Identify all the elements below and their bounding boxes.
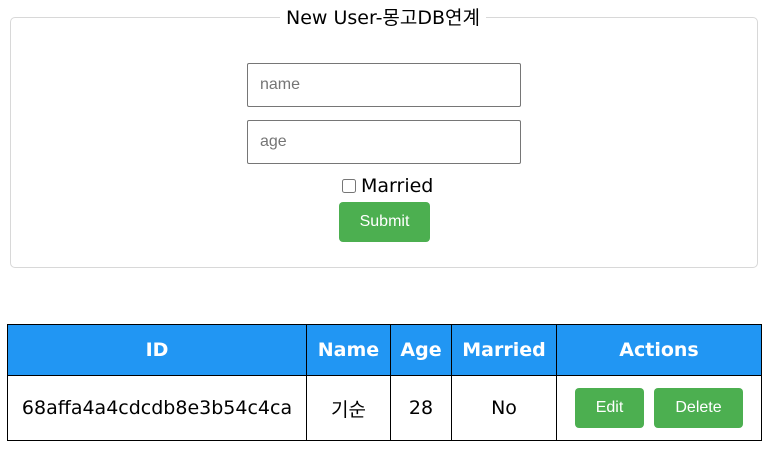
- married-label: Married: [361, 175, 434, 197]
- name-input[interactable]: [247, 63, 521, 107]
- cell-age: 28: [390, 375, 452, 441]
- table-row: 68affa4a4cdcdb8e3b54c4ca 기순 28 No Edit D…: [7, 375, 762, 441]
- header-married: Married: [451, 324, 557, 376]
- submit-button[interactable]: Submit: [339, 202, 430, 242]
- cell-actions: Edit Delete: [556, 375, 762, 441]
- age-input[interactable]: [247, 120, 521, 164]
- delete-button[interactable]: Delete: [654, 388, 743, 428]
- married-option[interactable]: Married: [340, 174, 433, 198]
- cell-name: 기순: [306, 375, 391, 441]
- header-actions: Actions: [556, 324, 762, 376]
- header-age: Age: [390, 324, 452, 376]
- cell-id: 68affa4a4cdcdb8e3b54c4ca: [7, 375, 307, 441]
- cell-married: No: [451, 375, 557, 441]
- edit-button[interactable]: Edit: [575, 388, 644, 428]
- header-name: Name: [306, 324, 391, 376]
- married-checkbox[interactable]: [342, 179, 356, 193]
- form-legend: New User-몽고DB연계: [280, 5, 487, 31]
- table-header-row: ID Name Age Married Actions: [7, 324, 762, 376]
- header-id: ID: [7, 324, 307, 376]
- users-table: ID Name Age Married Actions 68affa4a4cdc…: [7, 324, 762, 441]
